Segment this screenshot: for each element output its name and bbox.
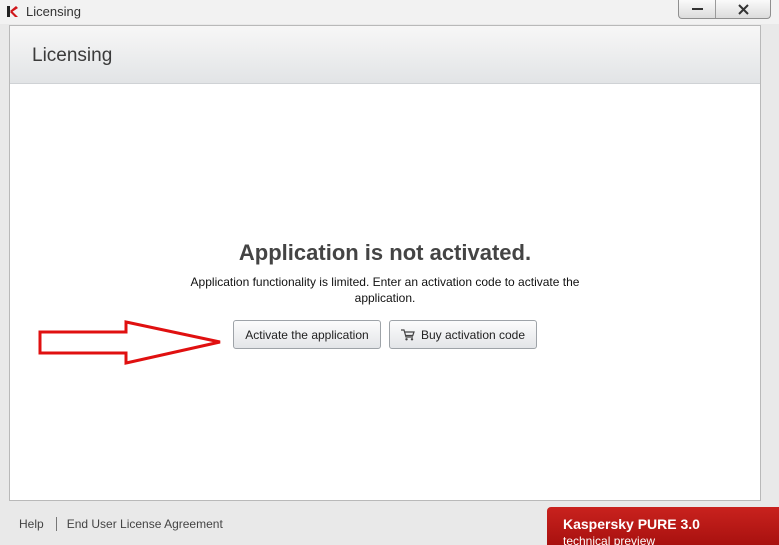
window-titlebar: Licensing — [0, 0, 779, 24]
cart-icon — [400, 328, 415, 340]
status-description: Application functionality is limited. En… — [190, 275, 580, 305]
footer-links: Help End User License Agreement — [19, 517, 223, 531]
product-name: Kaspersky PURE 3.0 — [563, 516, 700, 532]
window-controls — [678, 0, 771, 19]
page-title: Licensing — [32, 45, 113, 66]
eula-link[interactable]: End User License Agreement — [67, 517, 223, 531]
close-icon — [737, 3, 749, 15]
buy-button-label: Buy activation code — [420, 327, 526, 342]
footer-divider — [55, 517, 57, 531]
close-button[interactable] — [716, 0, 770, 18]
product-badge: Kaspersky PURE 3.0 technical preview — [547, 507, 779, 545]
status-heading: Application is not activated. — [238, 240, 532, 265]
help-link[interactable]: Help — [19, 517, 44, 531]
kaspersky-logo-icon — [7, 6, 18, 17]
activate-button-label: Activate the application — [245, 327, 369, 342]
minimize-button[interactable] — [679, 0, 716, 18]
red-arrow-annotation-icon — [38, 320, 221, 365]
product-edition: technical preview — [563, 534, 656, 545]
buy-activation-code-button[interactable]: Buy activation code — [389, 320, 537, 349]
window-title: Licensing — [26, 4, 81, 19]
licensing-panel: Licensing Application is not activated. … — [9, 25, 761, 501]
minimize-icon — [691, 8, 703, 10]
panel-header: Licensing — [10, 26, 760, 84]
activate-application-button[interactable]: Activate the application — [233, 320, 381, 349]
